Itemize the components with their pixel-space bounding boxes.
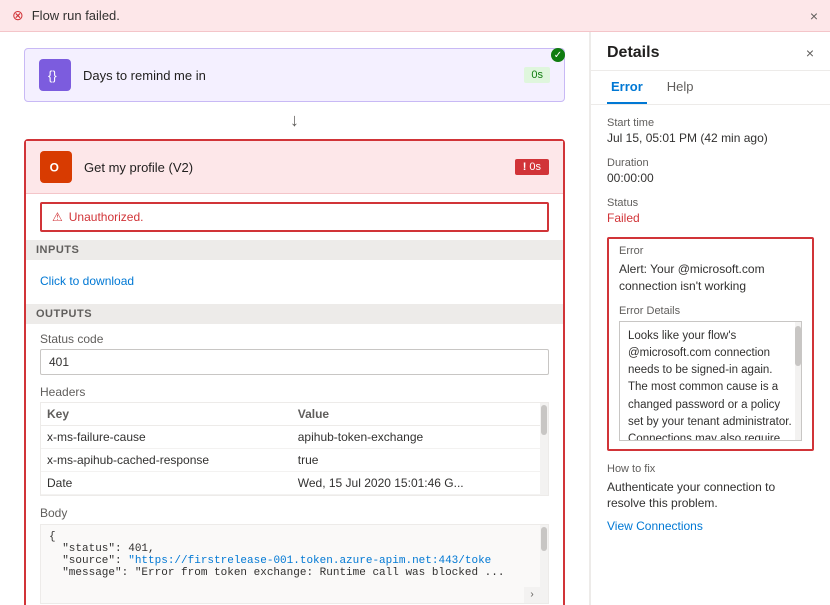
unauthorized-bar: ⚠ Unauthorized. <box>40 202 549 232</box>
tab-help[interactable]: Help <box>663 71 698 104</box>
how-to-fix-text: Authenticate your connection to resolve … <box>607 479 814 513</box>
details-tabs: Error Help <box>591 71 830 105</box>
start-time-value: Jul 15, 05:01 PM (42 min ago) <box>607 131 814 145</box>
how-to-fix-label: How to fix <box>607 463 814 475</box>
status-code-label: Status code <box>40 332 549 346</box>
table-row: x-ms-failure-cause apihub-token-exchange <box>41 426 548 449</box>
error-step-header: O Get my profile (V2) ! 0s <box>26 141 563 194</box>
start-time-label: Start time <box>607 117 814 129</box>
error-label: Error <box>619 245 802 257</box>
body-scrollbar-thumb <box>541 527 547 551</box>
status-value: Failed <box>607 211 814 225</box>
arrow-down-icon: ↓ <box>24 102 565 139</box>
remind-step-icon: {} <box>39 59 71 91</box>
scroll-right-icon[interactable]: › <box>524 587 540 603</box>
header-key-3: Date <box>41 472 292 495</box>
inputs-section: INPUTS Click to download <box>26 240 563 304</box>
details-header: Details × <box>591 32 830 71</box>
success-check-icon: ✓ <box>551 48 565 62</box>
body-line-4: "message": "Error from token exchange: R… <box>49 567 540 579</box>
body-scrollbar[interactable] <box>540 525 548 603</box>
unauthorized-text: Unauthorized. <box>69 210 144 224</box>
error-step-title: Get my profile (V2) <box>84 160 515 175</box>
details-title: Details <box>607 44 659 62</box>
tab-error[interactable]: Error <box>607 71 647 104</box>
headers-label: Headers <box>40 385 549 399</box>
body-line-2: "status": 401, <box>49 543 540 555</box>
header-key-2: x-ms-apihub-cached-response <box>41 449 292 472</box>
table-row: x-ms-apihub-cached-response true <box>41 449 548 472</box>
flow-area: {} Days to remind me in 0s ✓ ↓ O <box>0 32 589 605</box>
remind-step: {} Days to remind me in 0s ✓ <box>24 48 565 102</box>
view-connections-link[interactable]: View Connections <box>607 519 703 533</box>
table-scrollbar[interactable] <box>540 403 548 495</box>
duration-row: Duration 00:00:00 <box>607 157 814 185</box>
error-details-scrollbox[interactable]: Looks like your flow's @microsoft.com co… <box>619 321 802 441</box>
svg-text:{}: {} <box>48 68 57 83</box>
top-error-bar: ⊗ Flow run failed. × <box>0 0 830 32</box>
body-line-1: { <box>49 531 540 543</box>
duration-value: 00:00:00 <box>607 171 814 185</box>
how-to-fix-row: How to fix Authenticate your connection … <box>607 463 814 534</box>
left-panel: {} Days to remind me in 0s ✓ ↓ O <box>0 32 590 605</box>
body-link[interactable]: "https://firstrelease-001.token.azure-ap… <box>128 555 491 567</box>
error-step-badge: ! 0s <box>515 159 549 175</box>
status-code-group: Status code 401 <box>40 332 549 375</box>
right-panel: Details × Error Help Start time Jul 15, … <box>590 32 830 605</box>
error-exclaim-icon: ! <box>523 161 527 173</box>
header-value-2: true <box>292 449 548 472</box>
body-code-block: { "status": 401, "source": "https://firs… <box>40 524 549 604</box>
error-step: O Get my profile (V2) ! 0s ⚠ Unauthorize… <box>24 139 565 605</box>
body-section: Body { "status": 401, "source": "https:/… <box>40 506 549 604</box>
inputs-label: INPUTS <box>26 240 563 260</box>
table-scrollbar-thumb <box>541 405 547 435</box>
error-details-scrollbar-thumb <box>795 326 801 366</box>
remind-step-title: Days to remind me in <box>83 68 524 83</box>
warning-icon: ⚠ <box>52 210 63 224</box>
svg-text:O: O <box>50 161 59 175</box>
outputs-section: OUTPUTS Status code 401 Headers Key <box>26 304 563 605</box>
header-value-1: apihub-token-exchange <box>292 426 548 449</box>
body-label: Body <box>40 506 549 520</box>
main-container: {} Days to remind me in 0s ✓ ↓ O <box>0 32 830 605</box>
error-details-label: Error Details <box>609 301 812 321</box>
error-section-header: Error Alert: Your @microsoft.com connect… <box>609 239 812 301</box>
status-row: Status Failed <box>607 197 814 225</box>
header-key-1: x-ms-failure-cause <box>41 426 292 449</box>
details-close-button[interactable]: × <box>806 45 814 61</box>
error-badge-value: 0s <box>529 161 541 173</box>
office-icon: O <box>40 151 72 183</box>
start-time-row: Start time Jul 15, 05:01 PM (42 min ago) <box>607 117 814 145</box>
table-row: Date Wed, 15 Jul 2020 15:01:46 G... <box>41 472 548 495</box>
top-error-text: Flow run failed. <box>32 8 802 23</box>
error-details-scrollbar[interactable] <box>795 322 801 440</box>
top-close-button[interactable]: × <box>810 8 818 24</box>
error-circle-icon: ⊗ <box>12 7 24 24</box>
download-link[interactable]: Click to download <box>40 268 134 294</box>
headers-group: Headers Key Value <box>40 385 549 496</box>
error-section-box: Error Alert: Your @microsoft.com connect… <box>607 237 814 451</box>
header-value-3: Wed, 15 Jul 2020 15:01:46 G... <box>292 472 548 495</box>
outputs-label: OUTPUTS <box>26 304 563 324</box>
status-code-value: 401 <box>40 349 549 375</box>
headers-value-col: Value <box>292 403 548 426</box>
body-line-3: "source": "https://firstrelease-001.toke… <box>49 555 540 567</box>
details-body: Start time Jul 15, 05:01 PM (42 min ago)… <box>591 105 830 557</box>
headers-key-col: Key <box>41 403 292 426</box>
error-details-content: Looks like your flow's @microsoft.com co… <box>620 322 801 441</box>
duration-label: Duration <box>607 157 814 169</box>
status-label: Status <box>607 197 814 209</box>
remind-step-badge: 0s <box>524 67 550 83</box>
headers-table: Key Value x-ms-failure-cause apihub-toke… <box>41 403 548 495</box>
error-text: Alert: Your @microsoft.com connection is… <box>619 261 802 295</box>
